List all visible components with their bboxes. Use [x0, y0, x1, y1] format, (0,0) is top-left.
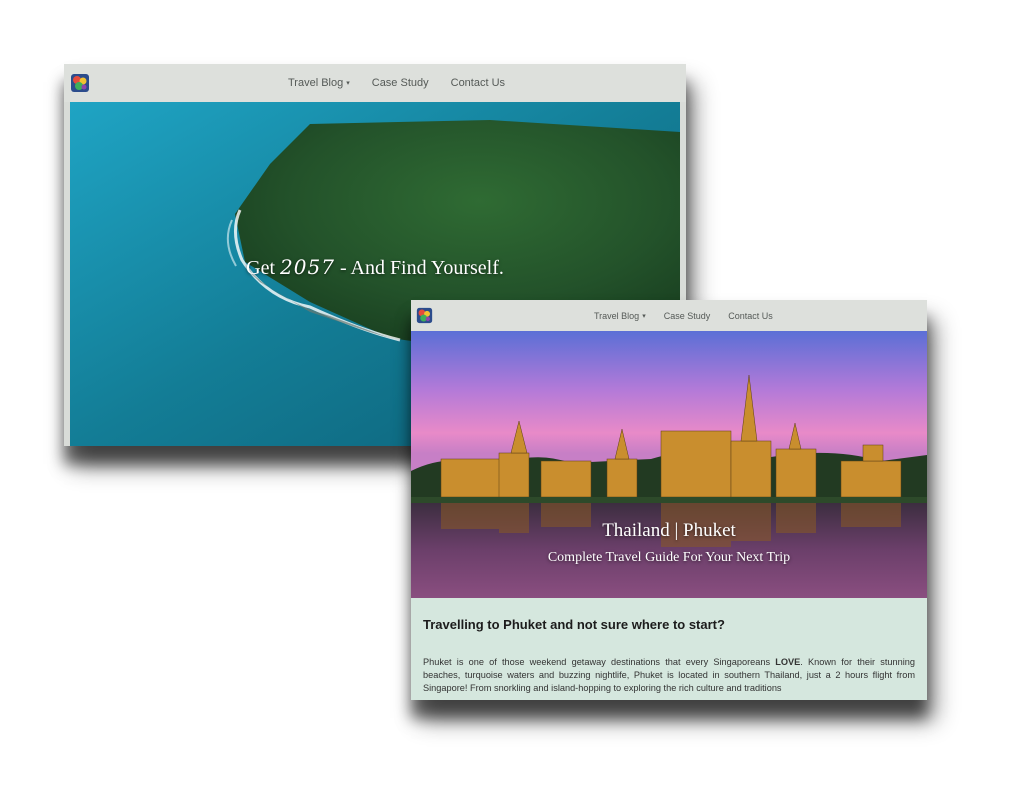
- nav-contact-us[interactable]: Contact Us: [728, 311, 773, 321]
- site-logo-icon[interactable]: [416, 307, 433, 324]
- site-logo-icon[interactable]: [70, 73, 90, 93]
- article-section: Travelling to Phuket and not sure where …: [411, 598, 927, 700]
- nav-menu: Travel Blog ▾ Case Study Contact Us: [594, 300, 773, 331]
- caret-down-icon: ▾: [642, 313, 646, 321]
- hero-subtitle: Complete Travel Guide For Your Next Trip: [547, 550, 791, 565]
- hero-image-temple: Thailand | Phuket Complete Travel Guide …: [411, 331, 927, 598]
- phuket-page-window: Travel Blog ▾ Case Study Contact Us Thai…: [411, 300, 927, 700]
- article-body: Phuket is one of those weekend getaway d…: [423, 657, 915, 693]
- nav-case-study[interactable]: Case Study: [372, 77, 429, 89]
- navbar: Travel Blog ▾ Case Study Contact Us: [64, 64, 686, 102]
- navbar: Travel Blog ▾ Case Study Contact Us: [411, 300, 927, 331]
- nav-travel-blog[interactable]: Travel Blog ▾: [288, 77, 350, 89]
- nav-travel-blog[interactable]: Travel Blog ▾: [594, 311, 646, 321]
- emphasis-love: LOVE: [775, 657, 801, 667]
- caret-down-icon: ▾: [346, 80, 350, 88]
- brand-name: 2057: [280, 255, 335, 279]
- hero-title: Thailand | Phuket: [602, 520, 736, 541]
- hero-title: Get 2057 - And Find Yourself.: [246, 255, 504, 279]
- article-heading: Travelling to Phuket and not sure where …: [423, 617, 725, 632]
- nav-menu: Travel Blog ▾ Case Study Contact Us: [288, 64, 505, 102]
- nav-contact-us[interactable]: Contact Us: [451, 77, 505, 89]
- nav-case-study[interactable]: Case Study: [664, 311, 711, 321]
